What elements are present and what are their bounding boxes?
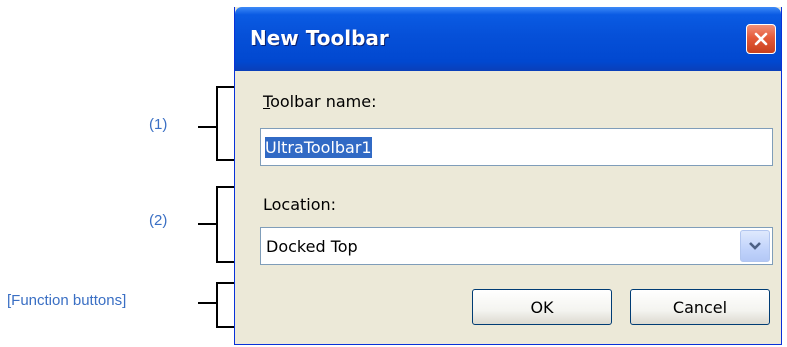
close-x-icon: [754, 32, 768, 46]
title-bar[interactable]: New Toolbar: [235, 7, 781, 71]
cancel-button[interactable]: Cancel: [630, 289, 770, 325]
callout-label-function-buttons: [Function buttons]: [7, 292, 127, 309]
location-dropdown-button[interactable]: [740, 230, 770, 262]
dialog-title: New Toolbar: [250, 26, 389, 50]
callout-label-2: (2): [149, 212, 168, 229]
toolbar-name-input[interactable]: UltraToolbar1: [260, 128, 773, 166]
toolbar-name-value: UltraToolbar1: [265, 136, 372, 158]
chevron-down-icon: [749, 242, 761, 250]
location-value: Docked Top: [266, 237, 358, 256]
location-label: Location:: [263, 195, 337, 214]
callout-bracket-function-buttons: [216, 282, 234, 328]
callout-bracket-1: [216, 86, 234, 161]
callout-label-1: (1): [149, 116, 168, 133]
toolbar-name-label-rest: oolbar name:: [270, 92, 377, 111]
dialog-body: Toolbar name: UltraToolbar1 Location: Do…: [238, 71, 778, 344]
callout-line-1: [198, 126, 218, 128]
close-button[interactable]: [746, 24, 776, 54]
new-toolbar-dialog: New Toolbar Toolbar name: UltraToolbar1 …: [234, 7, 782, 345]
ok-button[interactable]: OK: [472, 289, 612, 325]
toolbar-name-mnemonic: T: [263, 92, 271, 111]
callout-line-function-buttons: [198, 302, 218, 304]
callout-line-2: [198, 223, 218, 225]
toolbar-name-label: Toolbar name:: [263, 92, 376, 111]
callout-bracket-2: [216, 186, 234, 263]
location-select[interactable]: Docked Top: [260, 227, 773, 265]
